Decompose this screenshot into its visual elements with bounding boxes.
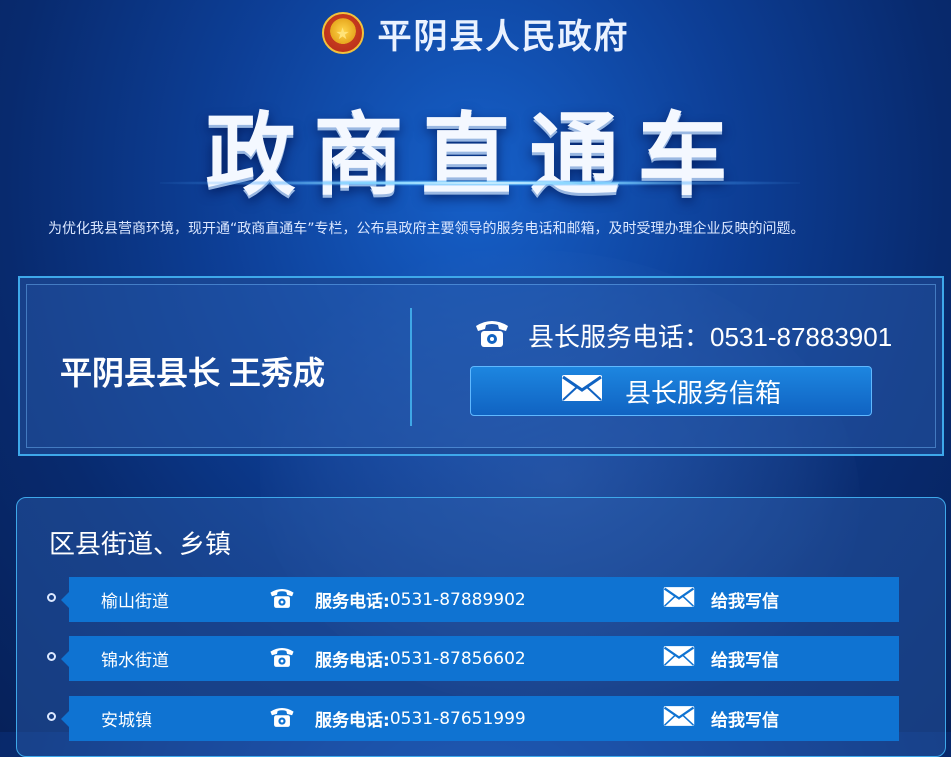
phone-label: 服务电话: <box>315 711 390 731</box>
district-name: 榆山街道 <box>101 592 169 612</box>
leader-phone: 县长服务电话：0531-87883901 <box>472 314 892 357</box>
write-letter-link[interactable]: 给我写信 <box>663 645 779 672</box>
telephone-icon <box>267 703 297 734</box>
list-item: 锦水街道 服务电话: 0531-87856602 给我写信 <box>47 636 899 681</box>
write-letter-link[interactable]: 给我写信 <box>663 586 779 613</box>
telephone-icon <box>267 643 297 674</box>
district-panel: 区县街道、乡镇 榆山街道 服务电话: 0531-87889902 给我写信 锦水… <box>16 497 946 757</box>
envelope-icon <box>663 705 695 732</box>
district-phone: 服务电话: 0531-87651999 <box>267 703 526 734</box>
bullet-circle-icon <box>47 652 56 661</box>
mayor-mailbox-label: 县长服务信箱 <box>624 377 781 408</box>
telephone-icon <box>472 314 512 357</box>
leader-panel: 平阴县县长 王秀成 县长服务电话：0531-87883901 县长服务信箱 <box>18 276 944 456</box>
phone-number: 0531-87889902 <box>389 589 526 610</box>
envelope-icon <box>561 374 603 409</box>
district-section-title: 区县街道、乡镇 <box>49 529 232 559</box>
phone-number: 0531-87651999 <box>389 708 526 729</box>
national-emblem-icon: ★ <box>321 12 364 54</box>
telephone-icon <box>267 584 297 615</box>
district-phone: 服务电话: 0531-87889902 <box>267 584 526 615</box>
phone-number: 0531-87856602 <box>389 648 526 669</box>
write-letter-link[interactable]: 给我写信 <box>663 705 779 732</box>
phone-label: 服务电话: <box>315 592 390 612</box>
write-letter-label: 给我写信 <box>711 592 779 612</box>
bullet-circle-icon <box>47 593 56 602</box>
site-header: ★ 平阴县人民政府 <box>0 10 951 56</box>
envelope-icon <box>663 645 695 672</box>
mayor-mailbox-button[interactable]: 县长服务信箱 <box>470 366 872 416</box>
write-letter-label: 给我写信 <box>711 651 779 671</box>
intro-text: 为优化我县营商环境，现开通“政商直通车”专栏，公布县政府主要领导的服务电话和邮箱… <box>48 221 805 237</box>
write-letter-label: 给我写信 <box>711 711 779 731</box>
page-title: 政商直通车 <box>205 106 746 206</box>
leader-name: 平阴县县长 王秀成 <box>60 355 325 391</box>
district-phone: 服务电话: 0531-87856602 <box>267 643 526 674</box>
leader-phone-text: 县长服务电话：0531-87883901 <box>528 322 893 352</box>
list-item: 榆山街道 服务电话: 0531-87889902 给我写信 <box>47 577 899 622</box>
district-name: 安城镇 <box>101 711 152 731</box>
list-item: 安城镇 服务电话: 0531-87651999 给我写信 <box>47 696 899 741</box>
gov-name: 平阴县人民政府 <box>377 17 630 56</box>
panel-divider <box>410 308 412 426</box>
phone-label: 服务电话: <box>315 651 390 671</box>
title-glow-divider <box>160 180 800 186</box>
bullet-circle-icon <box>47 712 56 721</box>
envelope-icon <box>663 586 695 613</box>
district-name: 锦水街道 <box>101 651 169 671</box>
